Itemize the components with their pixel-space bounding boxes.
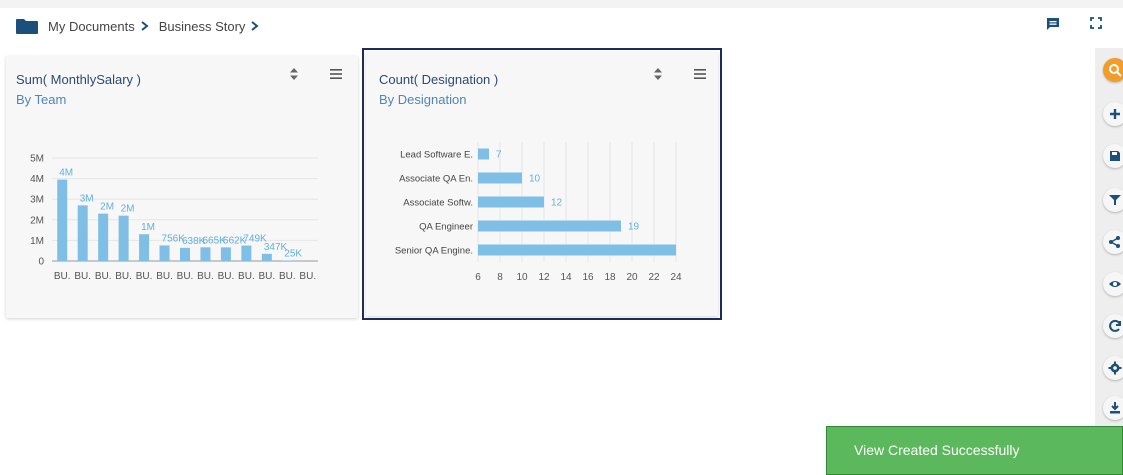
fullscreen-icon[interactable] [1090,17,1102,29]
top-border [0,0,1123,8]
plus-icon [1110,109,1120,119]
export-icon [1110,402,1120,414]
bar-chart-salary: 01M2M3M4M5M4MBU.3MBU.2MBU.2MBU.1MBU.756K… [30,154,318,282]
data-label: 2M [100,202,114,213]
data-label: 3M [80,193,94,204]
search-button[interactable] [1103,58,1123,82]
refresh-icon [1109,319,1121,332]
bar [159,245,170,261]
filter-button[interactable] [1103,188,1123,212]
bar [77,205,88,261]
comment-icon[interactable] [1046,17,1060,31]
save-button[interactable] [1103,144,1123,168]
x-tick-label: BU. [279,271,296,282]
data-label: 2M [121,204,135,215]
x-tick-label: BU. [74,271,91,282]
settings-button[interactable] [1103,356,1123,380]
bar [282,260,293,261]
y-tick-label: 3M [30,195,44,206]
data-label: 4M [59,168,73,179]
y-tick-label: 0 [38,257,44,268]
x-tick-label: BU. [156,271,173,282]
x-tick-label: BU. [238,271,255,282]
x-tick-label: BU. [115,271,132,282]
chart-card-monthly-salary[interactable]: Sum( MonthlySalary ) By Team 0 1M 2M 3M 4M 5M… [6,56,358,318]
data-label: 1M [141,222,155,233]
x-tick-label: BU. [54,271,71,282]
y-tick-label: 4M [30,174,44,185]
chevron-right-icon [141,21,149,31]
x-tick-label: BU. [177,271,194,282]
bar [241,245,252,261]
y-tick-label: 1M [30,236,44,247]
x-tick-label: BU. [197,271,214,282]
bar [180,247,190,261]
save-icon [1110,151,1120,161]
gear-icon [1108,361,1122,375]
breadcrumb-item-my-documents[interactable]: My Documents [48,19,135,34]
x-tick-label: BU. [95,271,112,282]
export-button[interactable] [1103,396,1123,420]
bar [118,215,129,261]
filter-icon [1109,195,1121,205]
data-label: 25K [284,248,302,259]
bar [98,213,109,261]
breadcrumb: My Documents Business Story [16,16,269,36]
bar [57,179,68,261]
x-tick-label: BU. [218,271,235,282]
share-button[interactable] [1103,230,1123,254]
x-tick-label: BU. [136,271,153,282]
search-icon [1109,64,1122,77]
preview-button[interactable] [1103,272,1123,296]
eye-icon [1109,281,1121,287]
success-toast: View Created Successfully [826,426,1123,475]
refresh-button[interactable] [1103,314,1123,338]
share-icon [1109,236,1120,248]
bar [139,234,150,261]
chevron-right-icon [251,21,260,31]
y-tick-label: 5M [30,154,44,165]
x-tick-label: BU. [259,271,276,282]
selected-card-outline [362,48,722,320]
right-toolbar [1095,48,1123,428]
bar [261,253,272,261]
y-tick-label: 2M [30,215,44,226]
bar [220,247,231,261]
breadcrumb-item-business-story[interactable]: Business Story [159,19,246,34]
x-tick-label: BU. [299,271,316,282]
add-button[interactable] [1103,102,1123,126]
bar [200,247,211,261]
folder-icon [16,18,38,34]
